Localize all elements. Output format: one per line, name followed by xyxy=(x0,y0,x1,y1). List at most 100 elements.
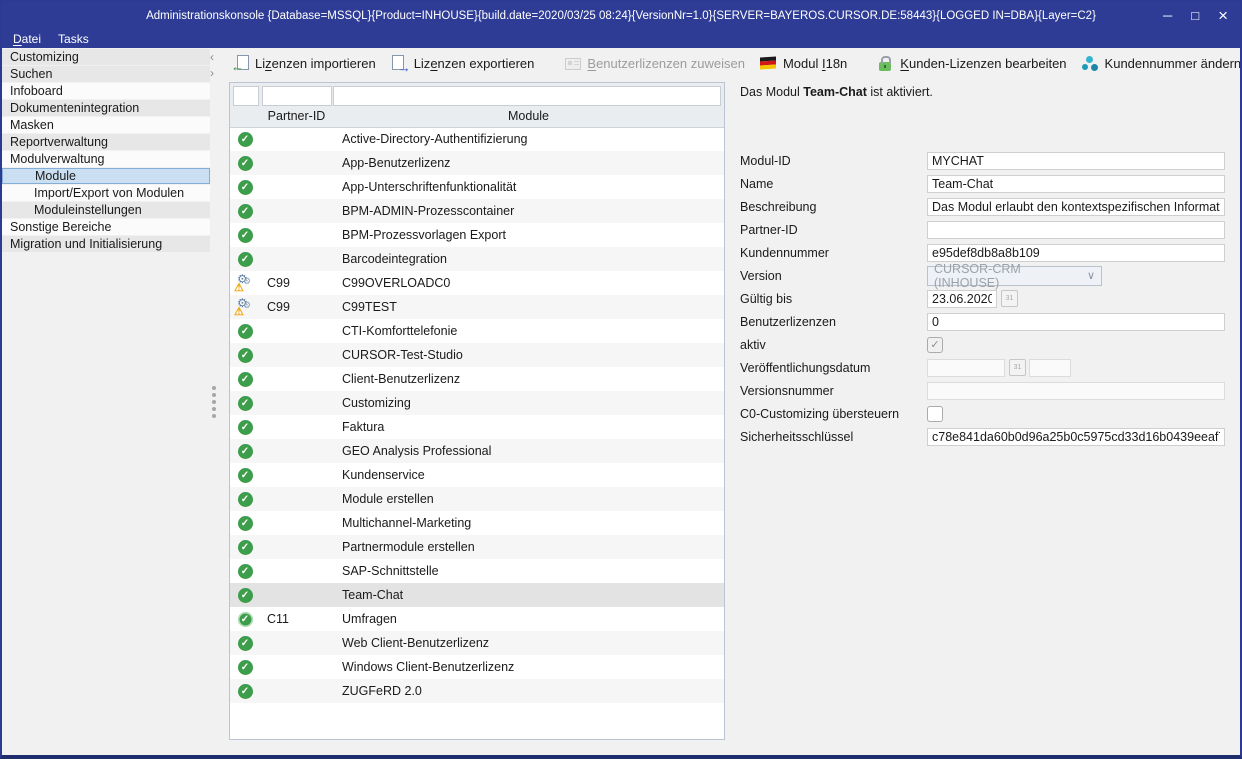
kunden-lizenzen-bearbeiten-button[interactable]: Kunden-Lizenzen bearbeiten xyxy=(877,55,1066,72)
sidebar-item-infoboard[interactable]: Infoboard xyxy=(2,83,210,99)
table-row[interactable]: ⚙⚙⚠C99C99OVERLOADC0 xyxy=(230,271,724,295)
table-row[interactable]: ⚙⚙⚠C99C99TEST xyxy=(230,295,724,319)
field-row-benutzerlizenzen: Benutzerlizenzen xyxy=(740,310,1234,333)
table-row[interactable]: ✓App-Benutzerlizenz xyxy=(230,151,724,175)
status-cell: ✓ xyxy=(230,348,260,363)
partner-id-input[interactable] xyxy=(927,221,1225,239)
module-active-icon: ✓ xyxy=(238,372,253,387)
expand-sidebar-icon[interactable]: › xyxy=(210,67,214,79)
module-active-icon: ✓ xyxy=(238,588,253,603)
status-filter-input[interactable] xyxy=(233,86,259,106)
table-row[interactable]: ✓Multichannel-Marketing xyxy=(230,511,724,535)
table-row[interactable]: ✓SAP-Schnittstelle xyxy=(230,559,724,583)
sidebar-item-reportverwaltung[interactable]: Reportverwaltung xyxy=(2,134,210,150)
sidebar-item-module[interactable]: Module xyxy=(2,168,210,184)
module-name-cell: Web Client-Benutzerlizenz xyxy=(333,636,724,650)
collapse-sidebar-icon[interactable]: ‹ xyxy=(210,51,214,63)
sicherheitsschl-ssel-input[interactable] xyxy=(927,428,1225,446)
title-bar: Administrationskonsole {Database=MSSQL}{… xyxy=(2,2,1240,30)
field-label: Veröffentlichungsdatum xyxy=(740,361,927,375)
module-name-cell: Faktura xyxy=(333,420,724,434)
close-icon[interactable]: × xyxy=(1218,2,1228,30)
module-name-cell: Client-Benutzerlizenz xyxy=(333,372,724,386)
table-row[interactable]: ✓BPM-Prozessvorlagen Export xyxy=(230,223,724,247)
sidebar-item-customizing[interactable]: Customizing xyxy=(2,49,210,65)
maximize-icon[interactable]: □ xyxy=(1191,2,1199,30)
minimize-icon[interactable]: ─ xyxy=(1163,2,1172,30)
lizenzen-exportieren-button[interactable]: →Lizenzen exportieren xyxy=(391,55,535,72)
sidebar-item-import-export-von-modulen[interactable]: Import/Export von Modulen xyxy=(2,185,210,201)
table-row[interactable]: ✓CTI-Komforttelefonie xyxy=(230,319,724,343)
sidebar-splitter[interactable]: ‹ › xyxy=(210,48,229,755)
benutzerlizenzen-input[interactable] xyxy=(927,313,1225,331)
calendar-icon[interactable]: 31 xyxy=(1001,290,1018,307)
sidebar-item-masken[interactable]: Masken xyxy=(2,117,210,133)
table-row[interactable]: ✓CURSOR-Test-Studio xyxy=(230,343,724,367)
menu-item-datei[interactable]: Datei xyxy=(13,32,41,46)
module-name-bold: Team-Chat xyxy=(803,85,867,99)
status-cell: ✓ xyxy=(230,252,260,267)
g-ltig-bis-input[interactable] xyxy=(927,290,997,308)
status-cell: ⚙⚙⚠ xyxy=(230,275,260,291)
table-row[interactable]: ✓GEO Analysis Professional xyxy=(230,439,724,463)
table-row[interactable]: ✓Barcodeintegration xyxy=(230,247,724,271)
sidebar-item-suchen[interactable]: Suchen xyxy=(2,66,210,82)
table-row[interactable]: ✓Team-Chat xyxy=(230,583,724,607)
status-cell: ✓ xyxy=(230,564,260,579)
table-row[interactable]: ✓Faktura xyxy=(230,415,724,439)
field-label: Benutzerlizenzen xyxy=(740,315,927,329)
module-table-body: ✓Active-Directory-Authentifizierung✓App-… xyxy=(230,127,724,703)
name-input[interactable] xyxy=(927,175,1225,193)
module-active-icon: ✓ xyxy=(238,444,253,459)
status-cell: ✓ xyxy=(230,156,260,171)
sidebar-item-label: Import/Export von Modulen xyxy=(34,186,184,200)
aktiv-checkbox[interactable]: ✓ xyxy=(927,337,943,353)
table-row[interactable]: ✓App-Unterschriftenfunktionalität xyxy=(230,175,724,199)
toolbar-button-label: Kunden-Lizenzen bearbeiten xyxy=(900,56,1066,71)
table-row[interactable]: ✓Web Client-Benutzerlizenz xyxy=(230,631,724,655)
c0-customizing-bersteuern-checkbox[interactable] xyxy=(927,406,943,422)
ver-ffentlichungsdatum-input[interactable] xyxy=(927,359,1005,377)
table-row[interactable]: ✓Kundenservice xyxy=(230,463,724,487)
splitter-grip-icon[interactable] xyxy=(212,386,216,418)
version-dropdown[interactable]: CURSOR-CRM (INHOUSE)∨ xyxy=(927,266,1102,286)
modul-i18n-button[interactable]: Modul I18n xyxy=(760,55,847,72)
lizenzen-importieren-button[interactable]: ←Lizenzen importieren xyxy=(232,55,376,72)
table-row[interactable]: ✓Customizing xyxy=(230,391,724,415)
menu-item-tasks[interactable]: Tasks xyxy=(58,32,89,46)
customer-number-icon xyxy=(1082,55,1100,72)
field-label: Modul-ID xyxy=(740,154,927,168)
table-row[interactable]: ✓Active-Directory-Authentifizierung xyxy=(230,127,724,151)
sidebar-item-moduleinstellungen[interactable]: Moduleinstellungen xyxy=(2,202,210,218)
module-active-icon: ✓ xyxy=(238,348,253,363)
sidebar-item-migration-und-initialisierung[interactable]: Migration und Initialisierung xyxy=(2,236,210,252)
kundennummer-input[interactable] xyxy=(927,244,1225,262)
table-row[interactable]: ✓ZUGFeRD 2.0 xyxy=(230,679,724,703)
kundennummer-ndern-button[interactable]: Kundennummer ändern xyxy=(1082,55,1242,72)
beschreibung-input[interactable] xyxy=(927,198,1225,216)
ver-ffentlichungsdatum-time-input[interactable] xyxy=(1029,359,1071,377)
modul-id-input[interactable] xyxy=(927,152,1225,170)
partner-id-filter-input[interactable] xyxy=(262,86,332,106)
versionsnummer-input[interactable] xyxy=(927,382,1225,400)
calendar-icon[interactable]: 31 xyxy=(1009,359,1026,376)
module-active-icon: ✓ xyxy=(238,612,253,627)
sidebar-item-dokumentenintegration[interactable]: Dokumentenintegration xyxy=(2,100,210,116)
module-warning-icon: ⚙⚙⚠ xyxy=(236,275,254,291)
column-header-partner-id[interactable]: Partner-ID xyxy=(260,109,333,123)
module-name-cell: BPM-ADMIN-Prozesscontainer xyxy=(333,204,724,218)
sidebar-item-sonstige-bereiche[interactable]: Sonstige Bereiche xyxy=(2,219,210,235)
table-row[interactable]: ✓ Client-Benutzerlizenz xyxy=(230,367,724,391)
table-row[interactable]: ✓Windows Client-Benutzerlizenz xyxy=(230,655,724,679)
sidebar-item-modulverwaltung[interactable]: Modulverwaltung xyxy=(2,151,210,167)
table-row[interactable]: ✓BPM-ADMIN-Prozesscontainer xyxy=(230,199,724,223)
table-row[interactable]: ✓Partnermodule erstellen xyxy=(230,535,724,559)
module-name-cell: App-Unterschriftenfunktionalität xyxy=(333,180,724,194)
module-filter-input[interactable] xyxy=(333,86,721,106)
module-active-icon: ✓ xyxy=(238,132,253,147)
detail-fields: Modul-IDNameBeschreibungPartner-IDKunden… xyxy=(740,149,1234,448)
table-row[interactable]: ✓Module erstellen xyxy=(230,487,724,511)
column-header-module[interactable]: Module xyxy=(333,109,724,123)
table-row[interactable]: ✓C11Umfragen xyxy=(230,607,724,631)
table-header: Partner-ID Module xyxy=(230,83,724,128)
